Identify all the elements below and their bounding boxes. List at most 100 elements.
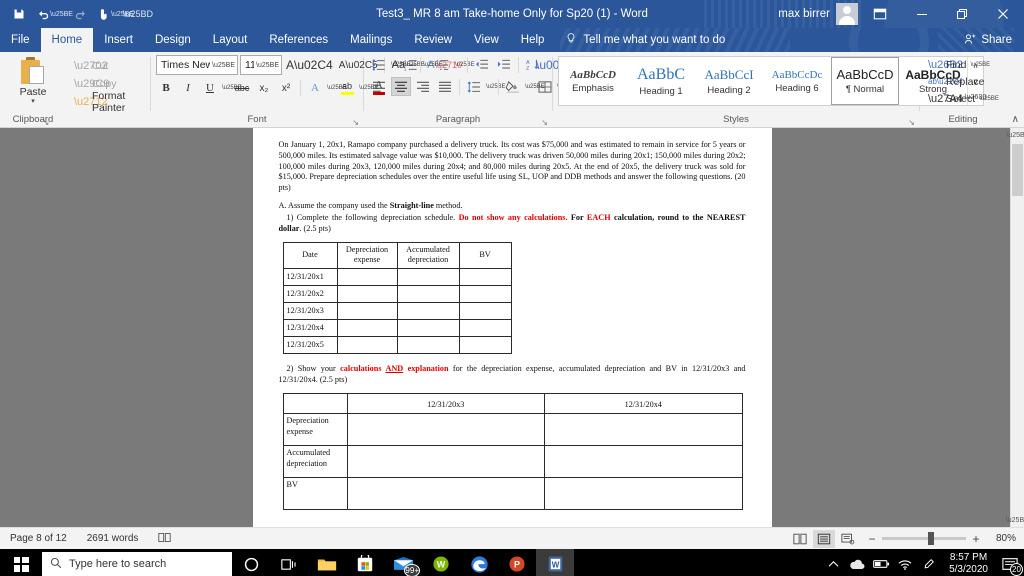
page-number-status[interactable]: Page 8 of 12	[0, 533, 77, 544]
strikethrough-button[interactable]: abc	[232, 78, 252, 98]
tell-me-search[interactable]: Tell me what you want to do	[555, 28, 725, 52]
tab-mailings[interactable]: Mailings	[339, 28, 403, 52]
search-input[interactable]: Type here to search	[42, 552, 232, 576]
collapse-ribbon-icon[interactable]: ∧	[1012, 114, 1019, 125]
tab-references[interactable]: References	[258, 28, 339, 52]
replace-button[interactable]: ab\u21C4 Replace	[925, 73, 990, 90]
bold-button[interactable]: B	[156, 78, 176, 98]
multilevel-caret[interactable]: \u25BE	[455, 62, 475, 68]
clock[interactable]: 8:57 PM 5/3/2020	[941, 552, 996, 576]
paragraph-dialog-launcher-icon[interactable]: ↘	[541, 118, 548, 127]
table-row[interactable]: Accumulated depreciation	[282, 444, 743, 478]
table-row[interactable]: 12/31/20x2	[282, 285, 512, 304]
cell-depreciation-expense[interactable]	[336, 302, 398, 321]
justify-button[interactable]	[435, 77, 455, 96]
undo-dropdown-caret[interactable]: \u25BE	[50, 3, 73, 25]
cell-20x3[interactable]	[346, 444, 545, 478]
clipboard-dialog-launcher-icon[interactable]: ↘	[43, 118, 50, 127]
cell-20x4[interactable]	[544, 444, 743, 478]
zoom-slider[interactable]	[882, 532, 966, 545]
avatar[interactable]	[836, 3, 858, 25]
account-name[interactable]: max birrer	[778, 8, 830, 20]
shading-button[interactable]	[503, 77, 523, 96]
cell-20x4[interactable]	[544, 412, 743, 446]
notification-center-button[interactable]: 20	[996, 549, 1024, 576]
start-button[interactable]	[0, 549, 42, 576]
cell-date[interactable]: 12/31/20x4	[282, 319, 338, 338]
web-layout-button[interactable]	[837, 530, 859, 548]
underline-dropdown-caret[interactable]: \u25BE	[222, 85, 242, 91]
ribbon-display-options-icon[interactable]	[858, 0, 902, 28]
scroll-up-icon[interactable]: \u25B2	[1006, 128, 1024, 142]
cell-depreciation-expense[interactable]	[336, 268, 398, 287]
align-right-button[interactable]	[413, 77, 433, 96]
read-mode-button[interactable]	[789, 530, 811, 548]
styles-dialog-launcher-icon[interactable]: ↘	[908, 118, 915, 127]
decrease-indent-button[interactable]	[472, 55, 492, 74]
cell-date[interactable]: 12/31/20x1	[282, 268, 338, 287]
numbering-caret[interactable]: \u25BE	[423, 62, 443, 68]
depreciation-schedule-table[interactable]: Date Depreciation expense Accumulated de…	[282, 241, 512, 355]
italic-button[interactable]: I	[178, 78, 198, 98]
file-explorer-icon[interactable]	[308, 549, 346, 576]
superscript-button[interactable]: x²	[276, 78, 296, 98]
cell-bv[interactable]	[458, 268, 512, 287]
zoom-slider-thumb[interactable]	[928, 532, 934, 545]
calculations-table[interactable]: 12/31/20x3 12/31/20x4 Depreciation expen…	[282, 392, 743, 510]
style-heading-2[interactable]: AaBbCcI Heading 2	[695, 57, 763, 105]
scrollbar-thumb[interactable]	[1012, 144, 1023, 196]
redo-icon[interactable]	[69, 3, 91, 25]
table-row[interactable]: Depreciation expense	[282, 412, 743, 446]
text-effects-caret[interactable]: \u25BE	[327, 85, 347, 91]
format-painter-button[interactable]: \u2712 Format Painter	[71, 90, 145, 114]
cell-accumulated-depreciation[interactable]	[396, 319, 460, 338]
scroll-down-icon[interactable]: \u25BC	[1006, 513, 1024, 527]
cortana-icon[interactable]	[232, 549, 270, 576]
document-page[interactable]: On January 1, 20x1, Ramapo company purch…	[252, 128, 772, 527]
tab-file[interactable]: File	[0, 28, 41, 52]
text-effects-button[interactable]: A	[305, 78, 325, 98]
select-caret[interactable]: \u25BE	[979, 96, 999, 102]
find-button[interactable]: \u26B2 Find \u25BE	[925, 56, 990, 73]
text-highlight-color-button[interactable]: ab	[337, 78, 357, 98]
wifi-icon[interactable]	[893, 549, 917, 576]
cell-20x3[interactable]	[346, 412, 545, 446]
onedrive-icon[interactable]	[845, 549, 869, 576]
share-button[interactable]: Share	[964, 28, 1024, 52]
tab-layout[interactable]: Layout	[202, 28, 259, 52]
shading-caret[interactable]: \u25BE	[525, 84, 545, 90]
word-count-status[interactable]: 2691 words	[77, 533, 149, 544]
font-size-combo[interactable]: 11 \u25BE	[240, 55, 282, 75]
customize-quick-access-toolbar-icon[interactable]: \u25BD	[123, 3, 153, 25]
font-dialog-launcher-icon[interactable]: ↘	[352, 118, 359, 127]
style-emphasis[interactable]: AaBbCcD Emphasis	[559, 57, 627, 105]
table-row[interactable]: BV	[282, 476, 743, 510]
font-name-combo[interactable]: Times New R \u25BE	[156, 55, 238, 75]
bullets-button[interactable]	[369, 55, 389, 74]
table-row[interactable]: 12/31/20x1	[282, 268, 512, 287]
restore-button[interactable]	[942, 0, 982, 28]
print-layout-button[interactable]	[813, 529, 835, 548]
multilevel-list-button[interactable]	[433, 55, 453, 74]
cell-bv[interactable]	[458, 302, 512, 321]
pen-touch-icon[interactable]	[917, 549, 941, 576]
proofing-status[interactable]	[148, 532, 181, 546]
chevron-down-icon[interactable]: \u25BE	[254, 62, 279, 69]
cell-20x4[interactable]	[544, 476, 743, 510]
table-row[interactable]: 12/31/20x3	[282, 302, 512, 321]
word-icon[interactable]: W	[536, 549, 574, 576]
table-row[interactable]: 12/31/20x5	[282, 336, 512, 355]
cell-date[interactable]: 12/31/20x3	[282, 302, 338, 321]
task-view-icon[interactable]	[270, 549, 308, 576]
cell-accumulated-depreciation[interactable]	[396, 268, 460, 287]
line-spacing-caret[interactable]: \u25BE	[486, 84, 506, 90]
subscript-button[interactable]: x₂	[254, 78, 274, 98]
vertical-scrollbar[interactable]: \u25B2 \u25BC	[1006, 128, 1024, 527]
borders-button[interactable]	[535, 77, 555, 96]
numbering-button[interactable]: 123	[401, 55, 421, 74]
style-normal[interactable]: AaBbCcD ¶ Normal	[831, 57, 899, 105]
cell-bv[interactable]	[458, 285, 512, 304]
cell-20x3[interactable]	[346, 476, 545, 510]
zoom-out-button[interactable]: −	[867, 532, 877, 546]
cell-bv[interactable]	[458, 336, 512, 355]
